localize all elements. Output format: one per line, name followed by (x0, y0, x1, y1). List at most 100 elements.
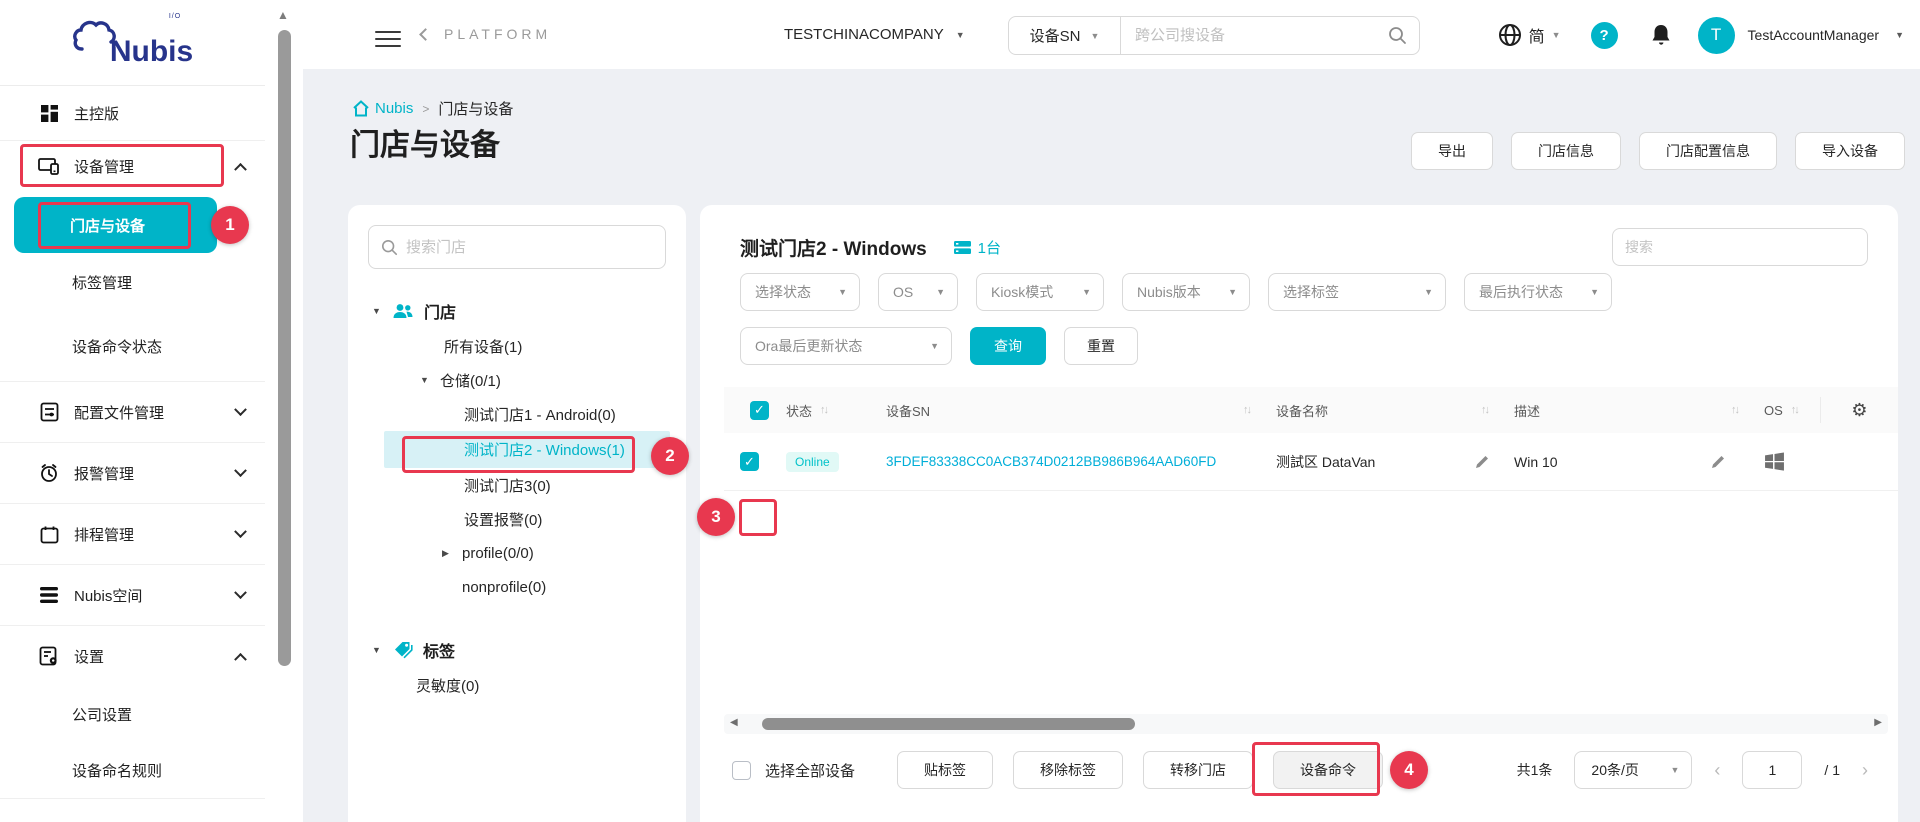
sidebar-item-stores-devices-active[interactable]: 门店与设备 (14, 197, 217, 253)
tree-item-label: 测试门店3(0) (464, 477, 551, 495)
sidebar-item-settings[interactable]: 设置 (0, 626, 265, 686)
tree-item-profile[interactable]: ▶ profile(0/0) (368, 536, 666, 570)
windows-os-icon (1764, 451, 1785, 472)
column-settings-gear-icon[interactable]: ⚙ (1851, 400, 1867, 421)
export-button[interactable]: 导出 (1411, 132, 1493, 170)
scroll-up-arrow-icon[interactable]: ▲ (277, 8, 289, 22)
cross-company-search-input[interactable] (1121, 27, 1388, 44)
tree-item-store2-selected[interactable]: 测试门店2 - Windows(1) (384, 431, 670, 468)
search-icon (381, 239, 398, 256)
sidebar-item-label: 设备命令状态 (72, 338, 163, 356)
remove-tag-button[interactable]: 移除标签 (1013, 751, 1124, 789)
sidebar-item-schedule-mgmt[interactable]: 排程管理 (0, 504, 265, 564)
tree-item-sensitivity[interactable]: 灵敏度(0) (368, 668, 666, 702)
sidebar-item-label: 设置 (74, 648, 105, 666)
tree-group-stores[interactable]: ▼ 门店 (368, 293, 666, 329)
filter-ora-status-select[interactable]: Ora最后更新状态 ▼ (740, 327, 952, 365)
tree-item-warehouse[interactable]: ▼ 仓储(0/1) (368, 363, 666, 397)
store-info-button[interactable]: 门店信息 (1511, 132, 1621, 170)
filter-tag-select[interactable]: 选择标签 ▼ (1268, 273, 1446, 311)
chevron-up-icon (234, 162, 247, 176)
sidebar-item-company-settings[interactable]: 公司设置 (0, 686, 265, 742)
sidebar-item-label: 配置文件管理 (74, 404, 165, 422)
devices-icon (38, 155, 60, 177)
sort-icon[interactable]: ↑↓ (1731, 404, 1740, 416)
sidebar-item-nubis-space[interactable]: Nubis空间 (0, 565, 265, 625)
tree-item-store1[interactable]: 测试门店1 - Android(0) (368, 397, 666, 431)
select-all-devices-checkbox[interactable] (732, 760, 751, 780)
sidebar-item-cmd-status[interactable]: 设备命令状态 (0, 311, 265, 381)
tree-item-nonprofile[interactable]: nonprofile(0) (368, 570, 666, 604)
transfer-store-button[interactable]: 转移门店 (1143, 751, 1254, 789)
sort-icon[interactable]: ↑↓ (1791, 404, 1800, 416)
filter-os-select[interactable]: OS ▼ (878, 273, 958, 311)
user-avatar[interactable]: T (1697, 16, 1735, 54)
next-page-button[interactable]: › (1862, 760, 1868, 781)
tree-group-label: 门店 (424, 305, 457, 322)
filter-last-exec-select[interactable]: 最后执行状态 ▼ (1464, 273, 1612, 311)
tree-item-all-devices[interactable]: 所有设备(1) (368, 329, 666, 363)
sidebar-item-naming-rules[interactable]: 设备命名规则 (0, 742, 265, 798)
page-number-input[interactable] (1742, 751, 1803, 789)
home-icon (352, 100, 370, 117)
logo-text: Nubis (109, 34, 194, 68)
scroll-left-arrow-icon[interactable]: ◀ (730, 717, 738, 728)
sidebar-item-label: 设备管理 (74, 158, 135, 176)
add-tag-button[interactable]: 贴标签 (897, 751, 994, 789)
company-selector[interactable]: TESTCHINACOMPANY ▼ (784, 26, 965, 43)
search-type-select[interactable]: 设备SN ▼ (1009, 17, 1121, 54)
search-icon[interactable] (1388, 26, 1419, 45)
row-checkbox[interactable]: ✓ (740, 452, 759, 471)
sidebar-item-dashboard[interactable]: 主控版 (0, 86, 265, 140)
caret-down-icon: ▼ (1895, 30, 1904, 40)
settings-doc-icon (38, 645, 60, 667)
store-config-info-button[interactable]: 门店配置信息 (1639, 132, 1777, 170)
tree-group-tags[interactable]: ▼ 标签 (368, 632, 666, 668)
sort-icon[interactable]: ↑↓ (1243, 404, 1252, 416)
platform-back[interactable]: PLATFORM (419, 26, 551, 42)
column-header-sn: 设备SN (886, 403, 931, 419)
dashboard-grid-icon (38, 102, 60, 124)
filter-status-select[interactable]: 选择状态 ▼ (740, 273, 860, 311)
sort-icon[interactable]: ↑↓ (820, 404, 829, 416)
main-area: PLATFORM TESTCHINACOMPANY ▼ 设备SN ▼ 简 ▼ (303, 0, 1920, 822)
help-button[interactable]: ? (1590, 21, 1618, 49)
panel-search-input[interactable] (1625, 239, 1855, 255)
scroll-right-arrow-icon[interactable]: ▶ (1874, 717, 1882, 728)
sort-icon[interactable]: ↑↓ (1481, 404, 1490, 416)
breadcrumb-home[interactable]: Nubis (352, 100, 413, 117)
tree-item-label: 灵敏度(0) (416, 677, 480, 695)
edit-description-pencil-icon[interactable] (1710, 454, 1726, 470)
edit-name-pencil-icon[interactable] (1474, 454, 1490, 470)
filter-version-select[interactable]: Nubis版本 ▼ (1122, 273, 1250, 311)
store-search-input[interactable] (406, 238, 653, 256)
query-button[interactable]: 查询 (970, 327, 1046, 365)
sidebar-item-alarm-mgmt[interactable]: 报警管理 (0, 443, 265, 503)
hamburger-menu-icon[interactable] (375, 26, 401, 52)
horizontal-scrollbar-thumb[interactable] (762, 718, 1135, 730)
sidebar-item-profile-mgmt[interactable]: 配置文件管理 (0, 382, 265, 442)
import-devices-button[interactable]: 导入设备 (1795, 132, 1905, 170)
prev-page-button[interactable]: ‹ (1714, 760, 1720, 781)
breadcrumb: Nubis > 门店与设备 (352, 98, 513, 119)
filter-row-1: 选择状态 ▼ OS ▼ Kiosk模式 ▼ Nubis版本 ▼ 选择标签 ▼ 最后执行状态… (700, 273, 1898, 311)
filter-kiosk-select[interactable]: Kiosk模式 ▼ (976, 273, 1104, 311)
check-icon: ✓ (744, 453, 755, 469)
sidebar-item-tag-mgmt[interactable]: 标签管理 (0, 253, 265, 311)
device-table-row[interactable]: ✓ Online 3FDEF83338CC0ACB374D0212BB986B9… (724, 433, 1898, 491)
language-selector[interactable]: 简 ▼ (1498, 23, 1561, 47)
reset-button[interactable]: 重置 (1064, 327, 1138, 365)
account-name[interactable]: TestAccountManager (1748, 27, 1880, 43)
tree-item-alarm-store[interactable]: 设置报警(0) (368, 502, 666, 536)
tree-item-store3[interactable]: 测试门店3(0) (368, 468, 666, 502)
notification-bell-icon[interactable] (1650, 23, 1672, 47)
avatar-initial: T (1710, 25, 1722, 44)
sidebar-item-device-mgmt[interactable]: 设备管理 (0, 141, 265, 191)
device-command-button[interactable]: 设备命令 (1273, 751, 1384, 789)
chevron-down-icon (234, 402, 247, 416)
page-size-select[interactable]: 20条/页 ▼ (1574, 751, 1693, 789)
select-all-checkbox[interactable]: ✓ (750, 400, 769, 420)
config-file-icon (38, 401, 60, 423)
device-sn-link[interactable]: 3FDEF83338CC0ACB374D0212BB986B964AAD60FD (886, 454, 1216, 469)
vertical-scrollbar-thumb[interactable] (278, 30, 291, 666)
